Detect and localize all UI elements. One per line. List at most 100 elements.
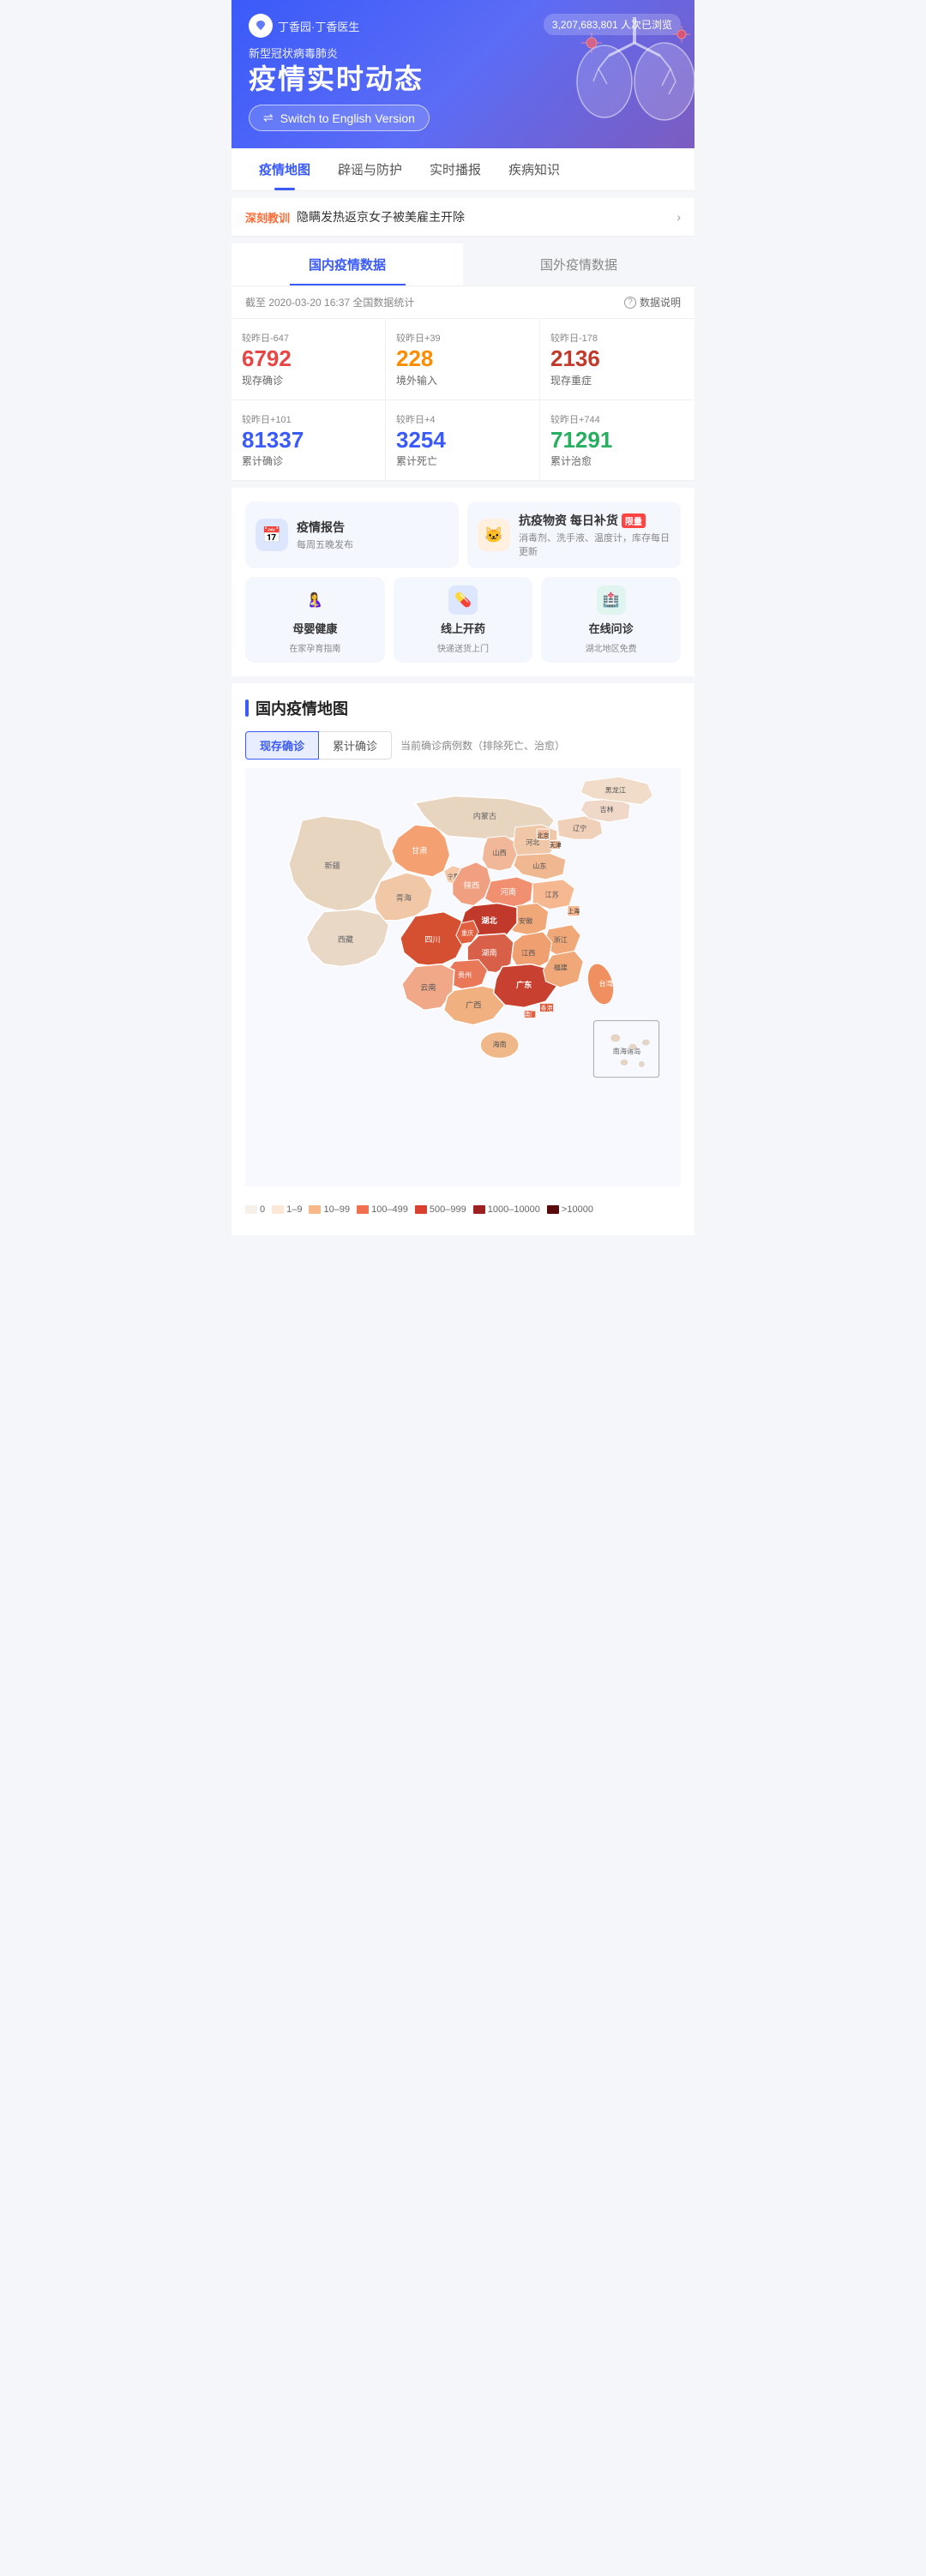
legend-label-0: 0: [260, 1204, 265, 1215]
label-yunnan: 云南: [420, 982, 436, 992]
label-tianjin: 天津: [550, 843, 562, 850]
legend-label-10-99: 10–99: [323, 1204, 350, 1215]
switch-btn-label: Switch to English Version: [280, 111, 415, 125]
stat-number-total-confirmed: 81337: [242, 428, 375, 453]
legend-label-1-9: 1–9: [286, 1204, 302, 1215]
news-banner[interactable]: 深刻教训 隐瞒发热返京女子被美雇主开除 ›: [232, 198, 694, 237]
news-arrow-icon: ›: [676, 210, 681, 224]
stat-label-imported: 境外输入: [396, 373, 529, 387]
legend-color-gt10000: [547, 1205, 559, 1214]
brand-name: 丁香园·丁香医生: [278, 18, 359, 34]
label-jiangsu: 江苏: [545, 891, 559, 899]
label-macao: 澳门: [524, 1011, 536, 1018]
stat-cell-total-deaths: 较昨日+4 3254 累计死亡: [386, 400, 540, 482]
label-beijing: 北京: [537, 832, 549, 840]
label-tibet: 西藏: [338, 935, 353, 945]
filter-current-confirmed[interactable]: 现存确诊: [245, 731, 319, 760]
brand-logo: [249, 14, 273, 38]
stat-number-severe: 2136: [550, 346, 684, 371]
stat-label-total-confirmed: 累计确诊: [242, 453, 375, 468]
service-title-supply: 抗疫物资 每日补货 限量: [519, 512, 670, 529]
stat-cell-total-confirmed: 较昨日+101 81337 累计确诊: [232, 400, 386, 482]
label-sichuan: 四川: [424, 936, 440, 945]
stat-number-imported: 228: [396, 346, 529, 371]
service-desc-supply: 消毒剂、洗手液、温度计，库存每日更新: [519, 531, 670, 558]
stat-label-total-recovered: 累计治愈: [550, 453, 684, 468]
filter-total-confirmed[interactable]: 累计确诊: [319, 731, 392, 760]
label-zhejiang: 浙江: [554, 936, 568, 945]
legend-item-gt10000: >10000: [547, 1204, 593, 1215]
news-tag: 深刻教训: [245, 209, 290, 225]
map-legend: 0 1–9 10–99 100–499 500–999 1000–10000 >…: [245, 1198, 681, 1222]
service-title-consultation: 在线问诊: [589, 620, 634, 636]
header-banner: 丁香园·丁香医生 3,207,683,801 人次已浏览 新型冠状病毒肺炎 疫情…: [232, 0, 694, 148]
tab-overseas[interactable]: 国外疫情数据: [463, 243, 694, 285]
label-guangxi: 广西: [466, 1000, 481, 1010]
service-card-supply[interactable]: 🐱 抗疫物资 每日补货 限量 消毒剂、洗手液、温度计，库存每日更新: [467, 501, 681, 568]
stat-label-severe: 现存重症: [550, 373, 684, 387]
nav-item-rumor[interactable]: 辟谣与防护: [324, 148, 416, 190]
swap-icon: ⇌: [263, 111, 274, 125]
question-icon: ?: [624, 297, 636, 309]
service-icon-consultation: 🏥: [597, 585, 626, 615]
service-desc-medicine: 快递送货上门: [437, 641, 489, 654]
switch-language-button[interactable]: ⇌ Switch to English Version: [249, 105, 430, 131]
nav-item-map[interactable]: 疫情地图: [245, 148, 324, 190]
service-card-medicine[interactable]: 💊 线上开药 快递送货上门: [394, 577, 533, 663]
service-card-maternal[interactable]: 🤱 母婴健康 在家孕育指南: [245, 577, 385, 663]
data-tabs: 国内疫情数据 国外疫情数据: [232, 243, 694, 286]
legend-item-0: 0: [245, 1204, 265, 1215]
data-explain[interactable]: ? 数据说明: [624, 295, 681, 309]
legend-color-500-999: [415, 1205, 427, 1214]
label-liaoning: 辽宁: [573, 825, 586, 833]
stat-cell-imported: 较昨日+39 228 境外输入: [386, 319, 540, 400]
lung-decoration: [566, 9, 694, 129]
label-henan: 河南: [501, 887, 516, 897]
stat-diff-total-confirmed: 较昨日+101: [242, 412, 375, 426]
label-hunan: 湖南: [481, 948, 496, 958]
china-map-svg: 新疆 西藏 青海 甘肃 内蒙古 宁夏 陕西 山西 河北: [245, 768, 681, 1186]
legend-label-100-499: 100–499: [371, 1204, 408, 1215]
legend-item-1000-10000: 1000–10000: [473, 1204, 540, 1215]
data-meta: 截至 2020-03-20 16:37 全国数据统计 ? 数据说明: [232, 286, 694, 318]
legend-item-100-499: 100–499: [357, 1204, 408, 1215]
tab-domestic[interactable]: 国内疫情数据: [232, 243, 463, 285]
service-card-consultation[interactable]: 🏥 在线问诊 湖北地区免费: [541, 577, 681, 663]
nav-item-disease[interactable]: 疾病知识: [495, 148, 574, 190]
label-guangdong: 广东: [516, 980, 532, 989]
label-fujian: 福建: [554, 964, 568, 972]
service-card-report[interactable]: 📅 疫情报告 每周五晚发布: [245, 501, 459, 568]
label-jiangxi: 江西: [521, 950, 535, 958]
service-title-medicine: 线上开药: [441, 620, 485, 636]
label-hainan: 海南: [493, 1040, 507, 1048]
legend-color-0: [245, 1205, 257, 1214]
stat-diff-total-recovered: 较昨日+744: [550, 412, 684, 426]
stat-diff-total-deaths: 较昨日+4: [396, 412, 529, 426]
stat-label-current-confirmed: 现存确诊: [242, 373, 375, 387]
data-explain-label: 数据说明: [640, 295, 681, 309]
data-section: 国内疫情数据 国外疫情数据 截至 2020-03-20 16:37 全国数据统计…: [232, 243, 694, 481]
main-navigation: 疫情地图 辟谣与防护 实时播报 疾病知识: [232, 148, 694, 191]
service-info-report: 疫情报告 每周五晚发布: [297, 519, 448, 551]
map-section: 国内疫情地图 现存确诊 累计确诊 当前确诊病例数（排除死亡、治愈） 新疆 西藏 …: [232, 683, 694, 1235]
service-section: 📅 疫情报告 每周五晚发布 🐱 抗疫物资 每日补货 限量 消毒剂、洗手液、温度计…: [232, 488, 694, 676]
service-icon-supply: 🐱: [478, 519, 510, 551]
service-icon-medicine: 💊: [448, 585, 478, 615]
stat-cell-severe: 较昨日-178 2136 现存重症: [540, 319, 694, 400]
map-section-title: 国内疫情地图: [245, 697, 681, 719]
nav-item-realtime[interactable]: 实时播报: [416, 148, 495, 190]
service-info-supply: 抗疫物资 每日补货 限量 消毒剂、洗手液、温度计，库存每日更新: [519, 512, 670, 558]
service-title-report: 疫情报告: [297, 519, 448, 536]
stat-cell-total-recovered: 较昨日+744 71291 累计治愈: [540, 400, 694, 482]
label-anhui: 安徽: [519, 916, 532, 925]
service-desc-consultation: 湖北地区免费: [586, 641, 637, 654]
stat-diff-severe: 较昨日-178: [550, 331, 684, 345]
label-qinghai: 青海: [396, 893, 412, 903]
china-map-container: 新疆 西藏 青海 甘肃 内蒙古 宁夏 陕西 山西 河北: [245, 768, 681, 1189]
label-heilongjiang: 黑龙江: [605, 786, 626, 795]
stats-grid: 较昨日-647 6792 现存确诊 较昨日+39 228 境外输入 较昨日-17…: [232, 318, 694, 481]
stat-diff-imported: 较昨日+39: [396, 331, 529, 345]
label-jilin: 吉林: [600, 805, 614, 814]
service-title-maternal: 母婴健康: [292, 620, 337, 636]
label-hongkong: 香港: [540, 1005, 552, 1012]
